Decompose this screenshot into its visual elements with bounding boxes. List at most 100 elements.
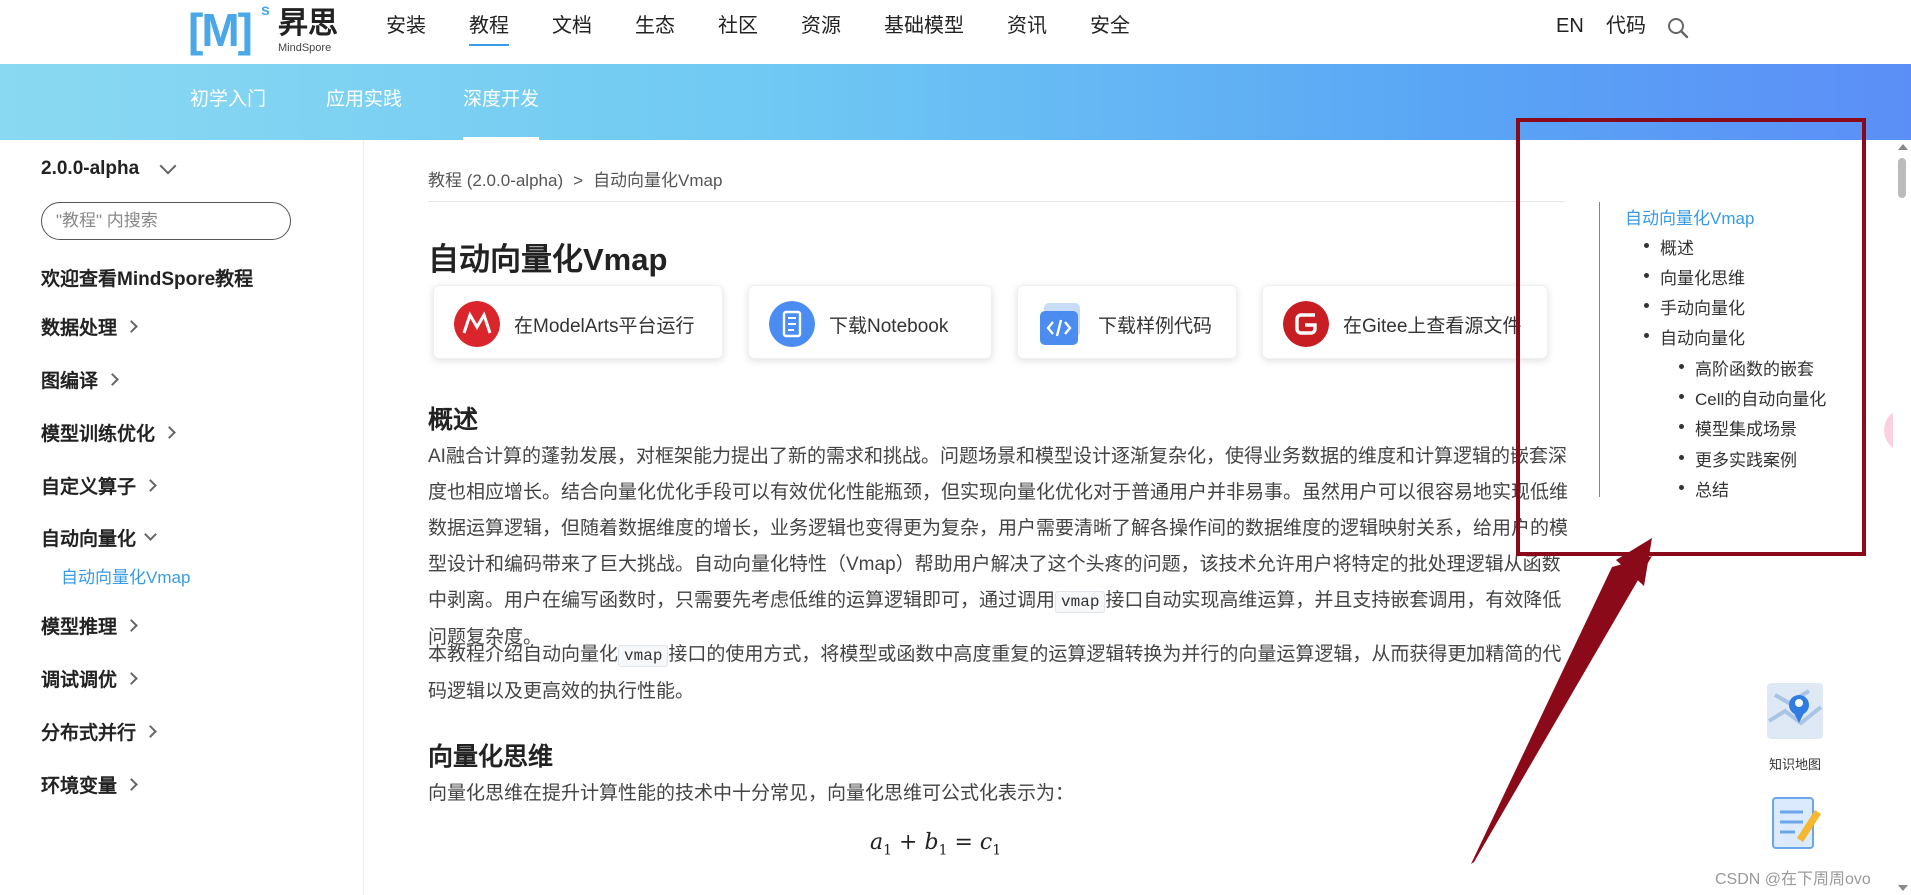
download-sample-code-button[interactable]: 下载样例代码 xyxy=(1017,285,1237,359)
scroll-up-icon[interactable] xyxy=(1898,144,1908,150)
sidebar-item-label: 图编译 xyxy=(41,371,99,392)
lang-switch-en[interactable]: EN xyxy=(1556,0,1584,52)
action-label: 在Gitee上查看源文件 xyxy=(1343,316,1522,337)
chevron-right-icon xyxy=(144,725,157,739)
sidebar-item-custom-op[interactable]: 自定义算子 xyxy=(41,472,157,499)
formula-sub: 1 xyxy=(992,842,1002,859)
chevron-right-icon xyxy=(144,479,157,493)
sidebar-item-label: 模型推理 xyxy=(41,617,118,638)
subnav-advanced[interactable]: 深度开发 xyxy=(463,64,540,140)
chevron-right-icon xyxy=(125,672,138,686)
left-sidebar: 2.0.0-alpha 欢迎查看MindSpore教程 数据处理 图编译 模型训… xyxy=(0,140,364,895)
nav-foundation-model[interactable]: 基础模型 xyxy=(884,0,964,52)
formula-sub: 1 xyxy=(883,842,893,859)
logo-name-cn: 昇思 xyxy=(278,7,338,40)
paragraph-text: AI融合计算的蓬勃发展，对框架能力提出了新的需求和挑战。问题场景和模型设计逐渐复… xyxy=(428,446,1569,611)
page-scrollbar[interactable] xyxy=(1893,140,1911,895)
annotation-highlight-box xyxy=(1516,118,1866,556)
chevron-right-icon xyxy=(163,426,176,440)
sidebar-item-label: 自动向量化 xyxy=(41,529,137,550)
sidebar-item-label: 自定义算子 xyxy=(41,477,137,498)
breadcrumb-separator: > xyxy=(573,171,584,190)
chevron-down-icon[interactable] xyxy=(159,157,177,175)
breadcrumb-root[interactable]: 教程 (2.0.0-alpha) xyxy=(428,171,563,190)
run-modelarts-button[interactable]: 在ModelArts平台运行 xyxy=(433,285,723,359)
formula-c: c xyxy=(979,830,993,855)
nav-code[interactable]: 代码 xyxy=(1606,0,1646,52)
knowledge-map-button[interactable]: 知识地图 xyxy=(1764,681,1826,773)
nav-security[interactable]: 安全 xyxy=(1090,0,1130,52)
gitee-icon xyxy=(1283,301,1329,347)
logo-name-en: MindSpore xyxy=(278,42,332,54)
scroll-thumb[interactable] xyxy=(1898,158,1906,198)
sidebar-item-label: 数据处理 xyxy=(41,318,118,339)
sidebar-item-label: 环境变量 xyxy=(41,776,118,797)
version-selector[interactable]: 2.0.0-alpha xyxy=(41,158,139,180)
sidebar-item-label: 分布式并行 xyxy=(41,723,137,744)
subnav-beginner[interactable]: 初学入门 xyxy=(190,64,266,140)
section-title-overview: 概述 xyxy=(428,406,479,434)
view-gitee-source-button[interactable]: 在Gitee上查看源文件 xyxy=(1262,285,1548,359)
formula-b: b xyxy=(924,830,939,855)
search-icon[interactable] xyxy=(1666,16,1690,40)
scroll-down-icon[interactable] xyxy=(1898,885,1908,891)
notebook-icon xyxy=(769,301,815,347)
vector-thinking-paragraph: 向量化思维在提升计算性能的技术中十分常见，向量化思维可公式化表示为： xyxy=(428,783,1075,804)
sidebar-item-env-vars[interactable]: 环境变量 xyxy=(41,771,138,798)
nav-tutorial[interactable]: 教程 xyxy=(469,0,509,52)
main-nav: 安装 教程 文档 生态 社区 资源 基础模型 资讯 安全 xyxy=(386,0,1173,52)
formula: a1 + b1 = c1 xyxy=(870,830,1002,859)
paragraph-text: 本教程介绍自动向量化 xyxy=(428,644,619,665)
action-label: 下载样例代码 xyxy=(1098,316,1213,337)
logo-sup: s xyxy=(261,2,270,19)
chevron-right-icon xyxy=(125,320,138,334)
chevron-right-icon xyxy=(125,619,138,633)
modelarts-icon xyxy=(454,301,500,347)
download-notebook-button[interactable]: 下载Notebook xyxy=(748,285,992,359)
section-title-vector-thinking: 向量化思维 xyxy=(428,743,554,771)
inline-code-vmap: vmap xyxy=(1055,591,1106,613)
mindspore-logo[interactable]: [M] s 昇思 MindSpore xyxy=(188,2,338,56)
nav-news[interactable]: 资讯 xyxy=(1007,0,1047,52)
nav-resources[interactable]: 资源 xyxy=(801,0,841,52)
formula-a: a xyxy=(870,830,884,855)
sidebar-item-graph-compile[interactable]: 图编译 xyxy=(41,366,119,393)
watermark: CSDN @在下周周ovo xyxy=(1715,871,1871,888)
nav-install[interactable]: 安装 xyxy=(386,0,426,52)
sidebar-search-input[interactable] xyxy=(41,202,291,240)
sidebar-item-debug[interactable]: 调试调优 xyxy=(41,665,138,692)
sidebar-item-label: 调试调优 xyxy=(41,670,118,691)
sidebar-item-welcome[interactable]: 欢迎查看MindSpore教程 xyxy=(41,264,253,291)
chevron-right-icon xyxy=(106,373,119,387)
formula-sub: 1 xyxy=(938,842,948,859)
breadcrumb: 教程 (2.0.0-alpha) > 自动向量化Vmap xyxy=(428,166,722,191)
overview-paragraph-2: 本教程介绍自动向量化 vmap 接口的使用方式，将模型或函数中高度重复的运算逻辑转换… xyxy=(428,637,1568,710)
map-icon xyxy=(1767,683,1823,739)
breadcrumb-current: 自动向量化Vmap xyxy=(593,171,723,190)
float-label: 知识地图 xyxy=(1768,757,1821,772)
sidebar-subitem-vmap[interactable]: 自动向量化Vmap xyxy=(61,563,190,588)
page-title: 自动向量化Vmap xyxy=(428,242,668,277)
sidebar-item-data-processing[interactable]: 数据处理 xyxy=(41,313,138,340)
breadcrumb-divider xyxy=(428,201,1566,202)
nav-docs[interactable]: 文档 xyxy=(552,0,592,52)
action-label: 在ModelArts平台运行 xyxy=(514,316,695,337)
sidebar-item-label: 模型训练优化 xyxy=(41,424,156,445)
doc-feedback-button[interactable] xyxy=(1764,792,1826,857)
chevron-down-icon xyxy=(144,528,157,542)
inline-code-vmap: vmap xyxy=(618,645,669,667)
sidebar-item-distributed[interactable]: 分布式并行 xyxy=(41,718,157,745)
subnav-practice[interactable]: 应用实践 xyxy=(326,64,402,140)
overview-paragraph-1: AI融合计算的蓬勃发展，对框架能力提出了新的需求和挑战。问题场景和模型设计逐渐复… xyxy=(428,439,1568,656)
nav-ecosystem[interactable]: 生态 xyxy=(635,0,675,52)
logo-mark: [M] xyxy=(188,4,253,56)
nav-community[interactable]: 社区 xyxy=(718,0,758,52)
sidebar-item-vmap[interactable]: 自动向量化 xyxy=(41,524,157,551)
action-label: 下载Notebook xyxy=(829,316,949,337)
code-icon xyxy=(1040,303,1080,345)
top-navbar: [M] s 昇思 MindSpore 安装 教程 文档 生态 社区 资源 基础模… xyxy=(0,0,1911,64)
sidebar-item-training-opt[interactable]: 模型训练优化 xyxy=(41,419,176,446)
sidebar-item-inference[interactable]: 模型推理 xyxy=(41,612,138,639)
feedback-icon xyxy=(1772,797,1821,849)
chevron-right-icon xyxy=(125,778,138,792)
